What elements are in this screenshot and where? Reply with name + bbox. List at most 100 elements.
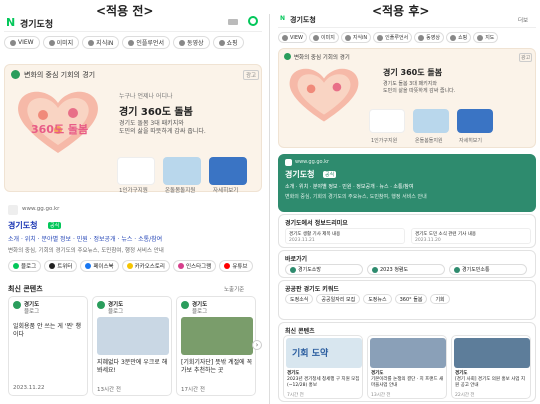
search-tabs: VIEW 이미지 지식iN 인플루언서 동영상 쇼핑 xyxy=(4,36,262,49)
latest-content-title: 최신 콘텐츠 xyxy=(285,328,315,335)
keyword-3[interactable]: 도정뉴스 xyxy=(363,294,392,304)
ad-badge: 광고 xyxy=(243,70,260,80)
gyeonggi-logo-icon xyxy=(284,53,291,60)
banner-item-3-label[interactable]: 자세히보기 xyxy=(459,137,482,144)
content-card-1[interactable]: 경기도 블로그 일회용품 안 쓰는 게 '찐' 챙이다 2023.11.22 xyxy=(8,296,88,396)
news-section: 경기도에서 정보드리미요 경기도 생활 기사 제목 내용 2023.11.21 … xyxy=(278,214,536,248)
banner-heading: 경기 360도 돌봄 xyxy=(383,68,443,77)
site-title[interactable]: 경기도청 xyxy=(8,220,37,231)
tab-map[interactable]: 지도 xyxy=(473,32,499,43)
site-favicon xyxy=(8,205,18,215)
search-input[interactable]: 경기도청 xyxy=(20,17,53,30)
tab-images[interactable]: 이미지 xyxy=(42,36,80,49)
banner-item-3-image[interactable] xyxy=(209,157,247,185)
ad-banner[interactable]: 변화의 중심 기회의 경기 광고 360도 돌봄 누구나 언제나 어디나 경기 … xyxy=(4,64,262,194)
tab-video[interactable]: 동영상 xyxy=(414,32,444,43)
site-desc: 변화의 중심, 기회의 경기도의 주요뉴스, 도민참여, 행정 서비스 안내 xyxy=(285,194,427,200)
avatar xyxy=(181,301,189,309)
keyword-1[interactable]: 도정소식 xyxy=(285,294,314,304)
site-links[interactable]: 소개 · 위치 · 분야별 정보 · 민원 · 정보공개 · 뉴스 · 소통/참… xyxy=(285,183,414,190)
carousel-next-icon[interactable]: › xyxy=(252,340,262,350)
exposure-criteria-link[interactable]: 노출기준 xyxy=(224,285,244,293)
social-youtube[interactable]: 유튜브 xyxy=(219,260,253,272)
tab-view[interactable]: VIEW xyxy=(4,36,40,49)
site-title[interactable]: 경기도청 xyxy=(285,169,314,180)
shortcut-2[interactable]: 2023 청렴도 xyxy=(367,264,445,275)
social-links: 블로그 트위터 페이스북 카카오스토리 인스타그램 유튜브 xyxy=(8,260,253,272)
banner-item-3-image[interactable] xyxy=(457,109,493,133)
banner-item-1-image[interactable] xyxy=(369,109,405,133)
banner-item-2-label[interactable]: 온돌봄돌지원 xyxy=(165,186,195,194)
tab-video[interactable]: 동영상 xyxy=(172,36,210,49)
banner-item-1-label[interactable]: 1인가구지원 xyxy=(371,137,397,144)
social-kakaostory[interactable]: 카카오스토리 xyxy=(121,260,170,272)
tab-shopping[interactable]: 쇼핑 xyxy=(212,36,244,49)
news-title: 경기도에서 정보드리미요 xyxy=(285,220,348,227)
keyword-4[interactable]: 360° 돌봄 xyxy=(394,294,428,304)
banner-item-1-image[interactable] xyxy=(117,157,155,185)
content-thumbnail xyxy=(97,317,169,355)
tab-kin[interactable]: 지식iN xyxy=(340,32,372,43)
social-blog[interactable]: 블로그 xyxy=(8,260,42,272)
social-facebook[interactable]: 페이스북 xyxy=(80,260,119,272)
more-link[interactable]: 더보 xyxy=(518,16,528,24)
shortcut-1[interactable]: 경기도소방 xyxy=(285,264,363,275)
after-panel: N 경기도청 더보 VIEW 이미지 지식iN 인플루언서 동영상 쇼핑 지도 … xyxy=(276,14,540,404)
tab-influencer[interactable]: 인플루언서 xyxy=(373,32,413,43)
site-url[interactable]: www.gg.go.kr xyxy=(295,159,329,165)
site-links[interactable]: 소개 · 위치 · 분야별 정보 · 민원 · 정보공개 · 뉴스 · 소통/참… xyxy=(8,234,162,243)
banner-item-3-label[interactable]: 자세히보기 xyxy=(213,186,238,194)
banner-desc: 경기도 돌봄 3대 패키지와 도민의 삶을 따뜻하게 감싸 줍니다. xyxy=(119,120,206,135)
tab-shopping[interactable]: 쇼핑 xyxy=(445,32,472,43)
content-thumbnail xyxy=(454,338,530,368)
banner-desc: 경기도 돌봄 3대 패키지와 도민의 삶을 따뜻하게 감싸 줍니다. xyxy=(383,81,456,94)
official-badge: 공식 xyxy=(48,222,62,229)
banner-heading: 경기 360도 돌봄 xyxy=(119,107,193,118)
banner-item-2-image[interactable] xyxy=(413,109,449,133)
site-url[interactable]: www.gg.go.kr xyxy=(22,206,59,212)
tab-influencer[interactable]: 인플루언서 xyxy=(122,36,170,49)
content-card-3[interactable]: 경기도 블로그 [기회기자단] 뜻밖 계절에 꼭 가보 추천하는 곳 17시간 … xyxy=(176,296,256,396)
tab-images[interactable]: 이미지 xyxy=(309,32,339,43)
keywords-title: 공공판 경기도 키워드 xyxy=(285,286,339,293)
keyboard-icon[interactable] xyxy=(228,19,238,25)
social-instagram[interactable]: 인스타그램 xyxy=(173,260,217,272)
search-bar: N 경기도청 xyxy=(4,16,262,32)
naver-logo[interactable]: N xyxy=(6,16,15,29)
search-icon[interactable] xyxy=(248,16,258,26)
site-favicon xyxy=(285,159,292,166)
search-bar: N 경기도청 더보 xyxy=(278,14,536,28)
tab-kin[interactable]: 지식iN xyxy=(82,36,120,49)
panel-divider xyxy=(269,14,270,404)
keyword-2[interactable]: 공공일자리 모집 xyxy=(316,294,361,304)
news-item-1[interactable]: 경기도 생활 기사 제목 내용 2023.11.21 xyxy=(285,228,405,244)
banner-tagline: 누구나 언제나 어디나 xyxy=(119,93,173,100)
keywords-section: 공공판 경기도 키워드 도정소식 공공일자리 모집 도정뉴스 360° 돌봄 기… xyxy=(278,280,536,320)
social-twitter[interactable]: 트위터 xyxy=(44,260,78,272)
content-card-2[interactable]: 경기도 블로그 지혜없다 3분만에 우크로 해봐세요! 13시간 전 xyxy=(92,296,172,396)
latest-content-title: 최신 콘텐츠 xyxy=(8,285,43,293)
banner-item-2-image[interactable] xyxy=(163,157,201,185)
banner-label: 변화의 중심 기회의 경기 xyxy=(24,71,96,79)
news-item-2[interactable]: 경기도 도민 소식 관련 기사 내용 2023.11.20 xyxy=(411,228,531,244)
content-card-1[interactable]: 기회 도약 경기도 2023년 경기청세 청세행 구 지원 모집(~12/28)… xyxy=(283,335,363,399)
naver-logo[interactable]: N xyxy=(280,15,285,22)
banner-label: 변화의 중심 기회의 경기 xyxy=(294,55,350,61)
shortcut-3[interactable]: 경기도민소통 xyxy=(449,264,527,275)
banner-item-1-label[interactable]: 1인가구지원 xyxy=(119,186,148,194)
site-result[interactable]: www.gg.go.kr 경기도청 공식 소개 · 위치 · 분야별 정보 · … xyxy=(278,154,536,212)
banner-item-2-label[interactable]: 온돌봄돌지원 xyxy=(415,137,443,144)
banner-art-text: 360도 돌봄 xyxy=(31,123,89,136)
site-desc: 변화의 중심, 기회의 경기도의 주요뉴스, 도민참여, 행정 서비스 안내 xyxy=(8,248,164,254)
heart-illustration xyxy=(285,63,363,125)
content-thumbnail xyxy=(181,317,253,355)
keyword-5[interactable]: 기회 xyxy=(430,294,450,304)
ad-banner[interactable]: 변화의 중심 기회의 경기 광고 경기 360도 돌봄 경기도 돌봄 3대 패키… xyxy=(278,48,536,148)
search-tabs: VIEW 이미지 지식iN 인플루언서 동영상 쇼핑 지도 xyxy=(278,32,536,43)
ad-badge: 광고 xyxy=(519,53,533,62)
content-card-3[interactable]: 경기도 [경기 사회] 경기도 의원 홍보 사업 지원 공고 안내 22시간 전 xyxy=(451,335,531,399)
shortcuts-section: 바로가기 경기도소방 2023 청렴도 경기도민소통 xyxy=(278,250,536,278)
content-card-2[interactable]: 경기도 기본이라를 논쟁의 결단 · 치 프랜드 새 마을사업 안내 13시간 … xyxy=(367,335,447,399)
tab-view[interactable]: VIEW xyxy=(278,32,307,43)
search-input[interactable]: 경기도청 xyxy=(290,15,316,25)
